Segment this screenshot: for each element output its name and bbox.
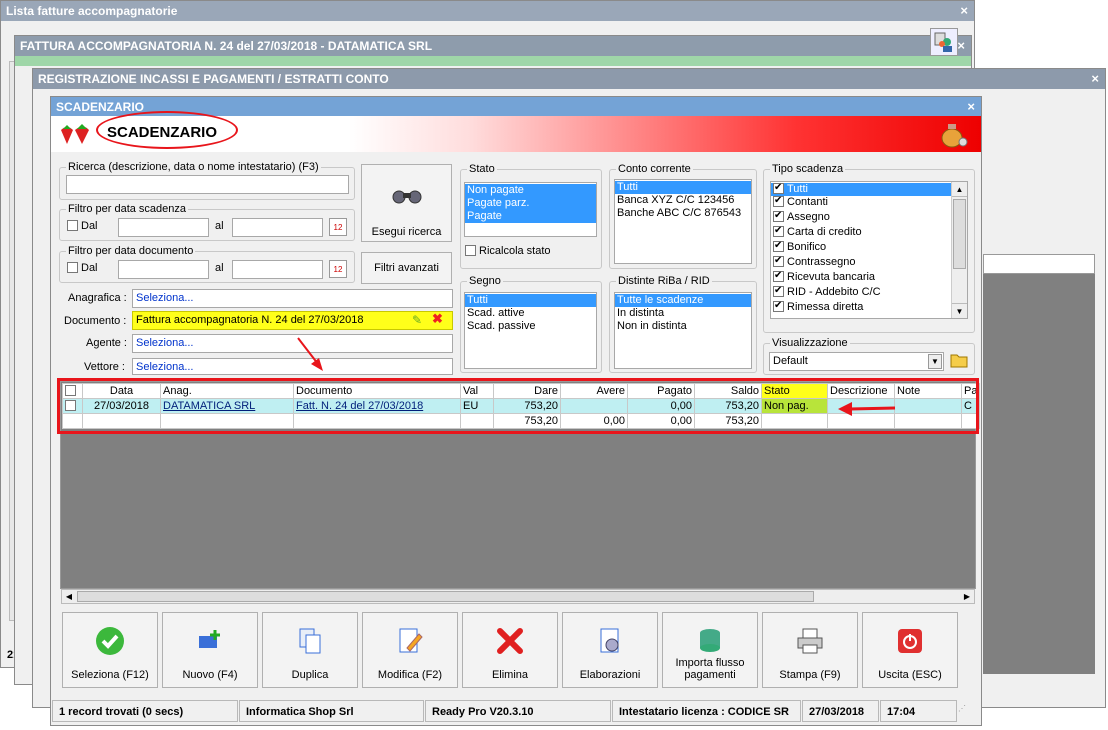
power-icon <box>863 621 957 661</box>
nuovo-label: Nuovo (F4) <box>182 669 238 681</box>
uscita-label: Uscita (ESC) <box>878 669 942 681</box>
uscita-button[interactable]: Uscita (ESC) <box>862 612 958 688</box>
status-company: Informatica Shop Srl <box>239 700 424 722</box>
importa-label: Importa flusso pagamenti <box>675 657 745 681</box>
scroll-left-icon[interactable]: ◀ <box>62 590 76 603</box>
status-license: Intestatario licenza : CODICE SR <box>612 700 801 722</box>
scroll-right-icon[interactable]: ▶ <box>960 590 974 603</box>
elaborazioni-label: Elaborazioni <box>579 669 641 681</box>
process-icon <box>563 621 657 661</box>
seleziona-button[interactable]: Seleziona (F12) <box>62 612 158 688</box>
seleziona-label: Seleziona (F12) <box>71 669 149 681</box>
horizontal-scrollbar[interactable]: ◀ ▶ <box>61 589 975 604</box>
modifica-button[interactable]: Modifica (F2) <box>362 612 458 688</box>
stampa-label: Stampa (F9) <box>779 669 841 681</box>
resize-grip-icon[interactable]: ⋰ <box>958 704 976 720</box>
elimina-button[interactable]: Elimina <box>462 612 558 688</box>
duplicate-icon <box>263 621 357 661</box>
duplica-button[interactable]: Duplica <box>262 612 358 688</box>
database-import-icon <box>663 621 757 661</box>
stampa-button[interactable]: Stampa (F9) <box>762 612 858 688</box>
modifica-label: Modifica (F2) <box>377 669 443 681</box>
importa-flusso-button[interactable]: Importa flusso pagamenti <box>662 612 758 688</box>
new-record-icon <box>163 621 257 661</box>
status-date: 27/03/2018 <box>802 700 879 722</box>
nuovo-button[interactable]: Nuovo (F4) <box>162 612 258 688</box>
duplica-label: Duplica <box>291 669 329 681</box>
scroll-thumb[interactable] <box>77 591 814 602</box>
status-records: 1 record trovati (0 secs) <box>52 700 238 722</box>
edit-document-icon <box>363 621 457 661</box>
elimina-label: Elimina <box>491 669 529 681</box>
status-time: 17:04 <box>880 700 957 722</box>
printer-icon <box>763 621 857 661</box>
checkmark-icon <box>63 621 157 661</box>
delete-icon <box>463 621 557 661</box>
elaborazioni-button[interactable]: Elaborazioni <box>562 612 658 688</box>
status-version: Ready Pro V20.3.10 <box>425 700 611 722</box>
